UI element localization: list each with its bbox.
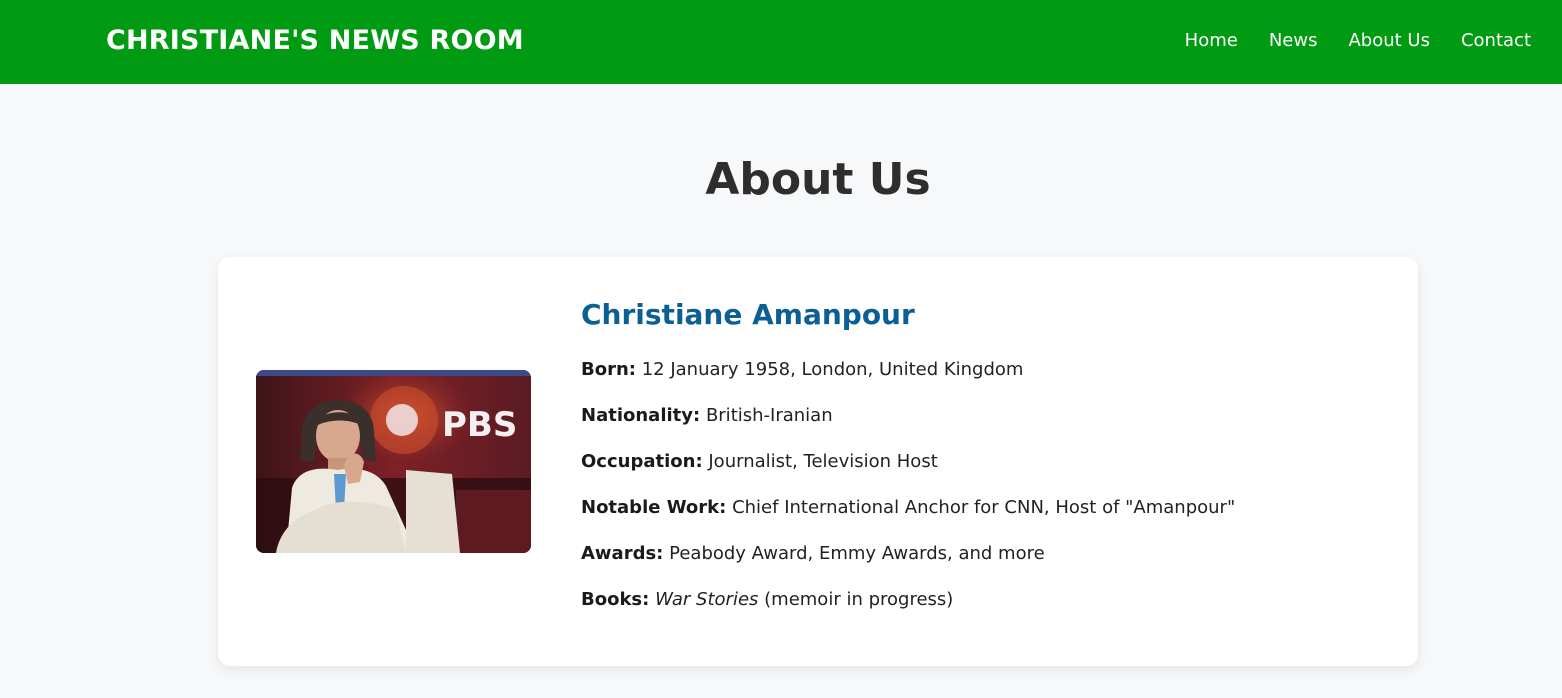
books-label: Books:: [581, 589, 650, 610]
occupation-value: Journalist, Television Host: [708, 451, 938, 472]
notable-work-row: Notable Work: Chief International Anchor…: [581, 495, 1381, 521]
top-navbar: CHRISTIANE'S NEWS ROOM Home News About U…: [0, 0, 1562, 84]
awards-row: Awards: Peabody Award, Emmy Awards, and …: [581, 541, 1381, 567]
occupation-label: Occupation:: [581, 451, 703, 472]
born-label: Born:: [581, 359, 636, 380]
profile-photo: PBS: [256, 370, 531, 553]
profile-photo-illustration: PBS: [256, 370, 531, 553]
profile-name: Christiane Amanpour: [581, 298, 915, 331]
nav-contact-link[interactable]: Contact: [1461, 29, 1531, 53]
books-row: Books: War Stories (memoir in progress): [581, 587, 1381, 613]
site-brand[interactable]: CHRISTIANE'S NEWS ROOM: [106, 22, 524, 60]
nav-about-link[interactable]: About Us: [1348, 29, 1430, 53]
awards-value: Peabody Award, Emmy Awards, and more: [669, 543, 1045, 564]
books-title: War Stories: [655, 589, 759, 610]
nationality-row: Nationality: British-Iranian: [581, 403, 1381, 429]
nationality-value: British-Iranian: [705, 405, 833, 426]
nav-home-link[interactable]: Home: [1185, 29, 1238, 53]
awards-label: Awards:: [581, 543, 664, 564]
books-note: (memoir in progress): [764, 589, 954, 610]
nav-news-link[interactable]: News: [1269, 29, 1318, 53]
notable-work-value: Chief International Anchor for CNN, Host…: [732, 497, 1236, 518]
nationality-label: Nationality:: [581, 405, 701, 426]
occupation-row: Occupation: Journalist, Television Host: [581, 449, 1381, 475]
profile-card: PBS Christiane Amanpour Born: 12 January…: [218, 257, 1418, 666]
born-row: Born: 12 January 1958, London, United Ki…: [581, 357, 1381, 383]
notable-work-label: Notable Work:: [581, 497, 727, 518]
main-nav: Home News About Us Contact: [1185, 29, 1531, 53]
pbs-logo-text: PBS: [442, 405, 517, 445]
page-title: About Us: [705, 154, 931, 205]
profile-info: Christiane Amanpour Born: 12 January 195…: [581, 297, 1381, 633]
born-value: 12 January 1958, London, United Kingdom: [641, 359, 1024, 380]
